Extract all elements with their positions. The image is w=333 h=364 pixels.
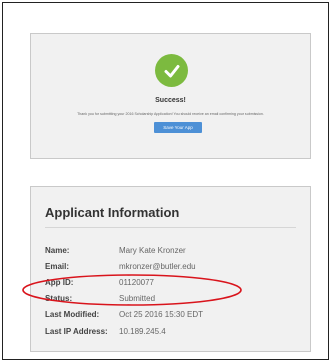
last-ip-value: 10.189.245.4 bbox=[119, 327, 166, 336]
status-label: Status: bbox=[45, 294, 73, 303]
checkmark-icon bbox=[164, 64, 179, 77]
success-title: Success! bbox=[155, 97, 186, 104]
app-id-value: 01120077 bbox=[119, 278, 154, 287]
applicant-information-card: Applicant Information Name: Mary Kate Kr… bbox=[30, 186, 311, 352]
applicant-information-title: Applicant Information bbox=[45, 205, 180, 220]
save-your-app-button[interactable]: Save Your App bbox=[154, 122, 202, 133]
success-message: Thank you for submitting your 2016 Schol… bbox=[77, 112, 264, 116]
screenshot-frame: Success! Thank you for submitting your 2… bbox=[2, 2, 329, 360]
app-id-label: App ID: bbox=[45, 278, 74, 287]
name-label: Name: bbox=[45, 246, 70, 255]
success-card: Success! Thank you for submitting your 2… bbox=[30, 33, 311, 159]
success-check-icon bbox=[155, 54, 188, 87]
last-modified-label: Last Modified: bbox=[45, 310, 100, 319]
name-value: Mary Kate Kronzer bbox=[119, 246, 186, 255]
email-value: mkronzer@butler.edu bbox=[119, 262, 196, 271]
status-value: Submitted bbox=[119, 294, 156, 303]
email-label: Email: bbox=[45, 262, 70, 271]
last-modified-value: Oct 25 2016 15:30 EDT bbox=[119, 310, 204, 319]
title-divider bbox=[45, 227, 296, 228]
last-ip-label: Last IP Address: bbox=[45, 327, 108, 336]
